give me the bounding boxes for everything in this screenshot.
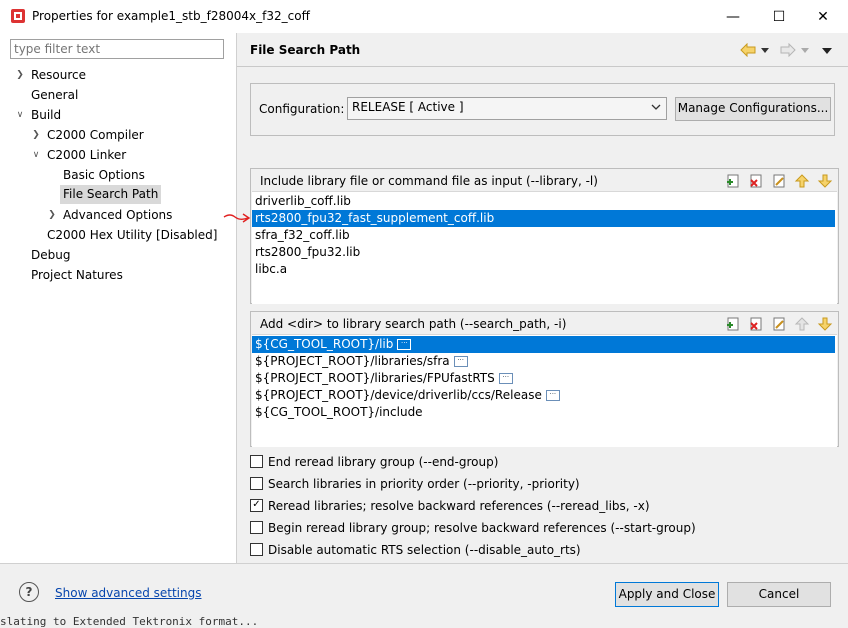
- checkbox[interactable]: [250, 455, 263, 468]
- end-reread-option[interactable]: End reread library group (--end-group): [250, 453, 498, 471]
- library-files-label: Include library file or command file as …: [260, 174, 598, 188]
- delete-icon[interactable]: [748, 316, 764, 332]
- tree-item-advanced-options[interactable]: Advanced Options: [63, 206, 172, 224]
- list-item[interactable]: ${PROJECT_ROOT}/libraries/sfra ···: [252, 353, 835, 370]
- list-item[interactable]: driverlib_coff.lib: [252, 193, 835, 210]
- more-icon: ···: [545, 390, 560, 401]
- tree-item-debug[interactable]: Debug: [31, 246, 70, 264]
- window-title: Properties for example1_stb_f28004x_f32_…: [32, 9, 310, 23]
- chevron-right-icon[interactable]: ❯: [47, 206, 57, 224]
- tree-item-resource[interactable]: Resource: [31, 66, 86, 84]
- search-path-list[interactable]: ${CG_TOOL_ROOT}/lib ··· ${PROJECT_ROOT}/l…: [252, 334, 837, 447]
- close-button[interactable]: ✕: [800, 0, 846, 33]
- configuration-group: Configuration: RELEASE [ Active ] Manage…: [250, 83, 835, 136]
- manage-configurations-button[interactable]: Manage Configurations...: [675, 97, 831, 121]
- cancel-button[interactable]: Cancel: [727, 582, 831, 607]
- chevron-right-icon[interactable]: ❯: [15, 66, 25, 84]
- checkbox-label: Reread libraries; resolve backward refer…: [268, 499, 650, 513]
- list-item[interactable]: ${CG_TOOL_ROOT}/include: [252, 404, 835, 421]
- path-text: ${CG_TOOL_ROOT}/include: [255, 405, 423, 419]
- priority-option[interactable]: Search libraries in priority order (--pr…: [250, 475, 580, 493]
- forward-arrow-icon[interactable]: [780, 43, 796, 57]
- chevron-right-icon[interactable]: ❯: [31, 126, 41, 144]
- page-title: File Search Path: [250, 43, 361, 57]
- checkbox-label: End reread library group (--end-group): [268, 455, 499, 469]
- header-divider: [237, 66, 848, 67]
- configuration-label: Configuration:: [259, 102, 345, 116]
- path-text: ${PROJECT_ROOT}/libraries/FPUfastRTS: [255, 371, 495, 385]
- delete-icon[interactable]: [748, 173, 764, 189]
- tree-item-file-search-path[interactable]: File Search Path: [60, 185, 162, 204]
- library-files-group: Include library file or command file as …: [250, 168, 839, 304]
- title-bar: Properties for example1_stb_f28004x_f32_…: [0, 0, 848, 33]
- tree-item-general[interactable]: General: [31, 86, 78, 104]
- filter-input[interactable]: [10, 39, 224, 59]
- library-list[interactable]: driverlib_coff.lib rts2800_fpu32_fast_su…: [252, 191, 837, 304]
- begin-reread-option[interactable]: Begin reread library group; resolve back…: [250, 519, 696, 537]
- list-item-selected[interactable]: ${CG_TOOL_ROOT}/lib ···: [252, 336, 835, 353]
- checkbox-label: Search libraries in priority order (--pr…: [268, 477, 580, 491]
- annotation-arrow-icon: [223, 213, 251, 223]
- configuration-select[interactable]: RELEASE [ Active ]: [347, 97, 667, 120]
- tree-item-c2000-hex-utility[interactable]: C2000 Hex Utility [Disabled]: [47, 226, 217, 244]
- maximize-button[interactable]: ☐: [756, 0, 802, 33]
- category-pane: ❯ Resource General ∨ Build ❯ C2000 Compi…: [0, 33, 236, 563]
- properties-app-icon: [11, 9, 25, 23]
- minimize-button[interactable]: —: [710, 0, 756, 33]
- checkbox[interactable]: [250, 543, 263, 556]
- checkbox-checked[interactable]: ✓: [250, 499, 263, 512]
- reread-libs-option[interactable]: ✓ Reread libraries; resolve backward refe…: [250, 497, 650, 515]
- background-console-text: slating to Extended Tektronix format...: [0, 615, 259, 627]
- list-item[interactable]: libc.a: [252, 261, 835, 278]
- checkbox-label: Begin reread library group; resolve back…: [268, 521, 696, 535]
- checkbox[interactable]: [250, 521, 263, 534]
- apply-and-close-button[interactable]: Apply and Close: [615, 582, 719, 607]
- add-icon[interactable]: [725, 316, 741, 332]
- edit-icon[interactable]: [771, 316, 787, 332]
- path-text: ${PROJECT_ROOT}/device/driverlib/ccs/Rel…: [255, 388, 542, 402]
- tree-item-c2000-linker[interactable]: C2000 Linker: [47, 146, 126, 164]
- configuration-value: RELEASE [ Active ]: [352, 100, 464, 114]
- help-icon[interactable]: ?: [19, 582, 39, 602]
- more-icon: ···: [397, 339, 412, 350]
- tree-item-basic-options[interactable]: Basic Options: [63, 166, 145, 184]
- show-advanced-settings-link[interactable]: Show advanced settings: [55, 586, 202, 600]
- add-icon[interactable]: [725, 173, 741, 189]
- list-item[interactable]: ${PROJECT_ROOT}/device/driverlib/ccs/Rel…: [252, 387, 835, 404]
- search-path-group: Add <dir> to library search path (--sear…: [250, 311, 839, 447]
- path-text: ${PROJECT_ROOT}/libraries/sfra: [255, 354, 450, 368]
- move-down-icon[interactable]: [817, 173, 833, 189]
- list-item[interactable]: sfra_f32_coff.lib: [252, 227, 835, 244]
- search-path-label: Add <dir> to library search path (--sear…: [260, 317, 567, 331]
- list-item-selected[interactable]: rts2800_fpu32_fast_supplement_coff.lib: [252, 210, 835, 227]
- more-icon: ···: [453, 356, 468, 367]
- tree-item-c2000-compiler[interactable]: C2000 Compiler: [47, 126, 144, 144]
- chevron-down-icon[interactable]: ∨: [15, 106, 25, 124]
- forward-dropdown-icon[interactable]: [801, 48, 809, 53]
- move-down-icon[interactable]: [817, 316, 833, 332]
- back-arrow-icon[interactable]: [740, 43, 756, 57]
- back-dropdown-icon[interactable]: [761, 48, 769, 53]
- move-up-icon[interactable]: [794, 173, 810, 189]
- tree-item-build[interactable]: Build: [31, 106, 61, 124]
- checkbox[interactable]: [250, 477, 263, 490]
- list-item[interactable]: ${PROJECT_ROOT}/libraries/FPUfastRTS ···: [252, 370, 835, 387]
- chevron-down-icon: [651, 104, 661, 110]
- disable-rts-option[interactable]: Disable automatic RTS selection (--disab…: [250, 541, 581, 559]
- more-icon: ···: [498, 373, 513, 384]
- list-item[interactable]: rts2800_fpu32.lib: [252, 244, 835, 261]
- tree-item-project-natures[interactable]: Project Natures: [31, 266, 123, 284]
- path-text: ${CG_TOOL_ROOT}/lib: [255, 337, 394, 351]
- chevron-down-icon[interactable]: ∨: [31, 146, 41, 164]
- view-menu-icon[interactable]: [822, 48, 832, 54]
- move-up-icon: [794, 317, 810, 331]
- checkbox-label: Disable automatic RTS selection (--disab…: [268, 543, 581, 557]
- settings-pane: File Search Path Configuration: RELEASE …: [237, 33, 848, 563]
- edit-icon[interactable]: [771, 173, 787, 189]
